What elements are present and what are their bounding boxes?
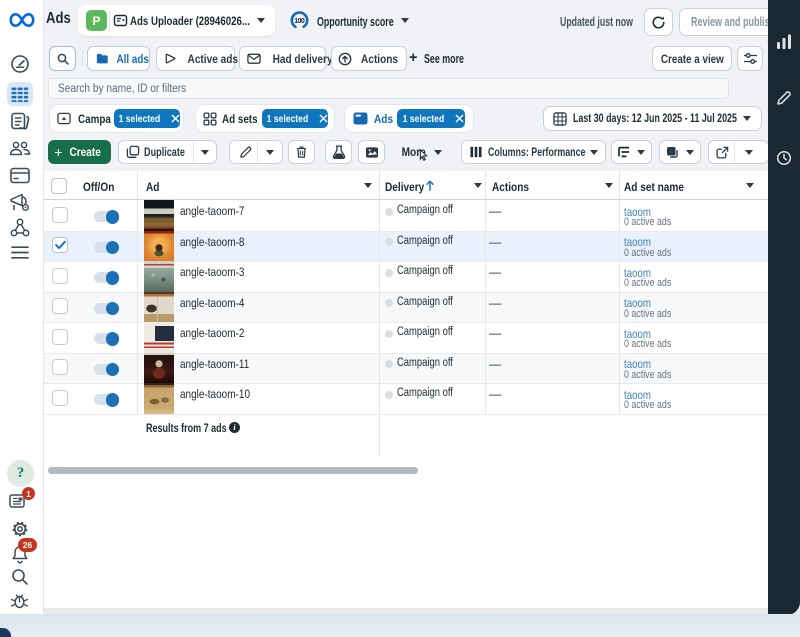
svg-text:100: 100	[294, 18, 305, 25]
